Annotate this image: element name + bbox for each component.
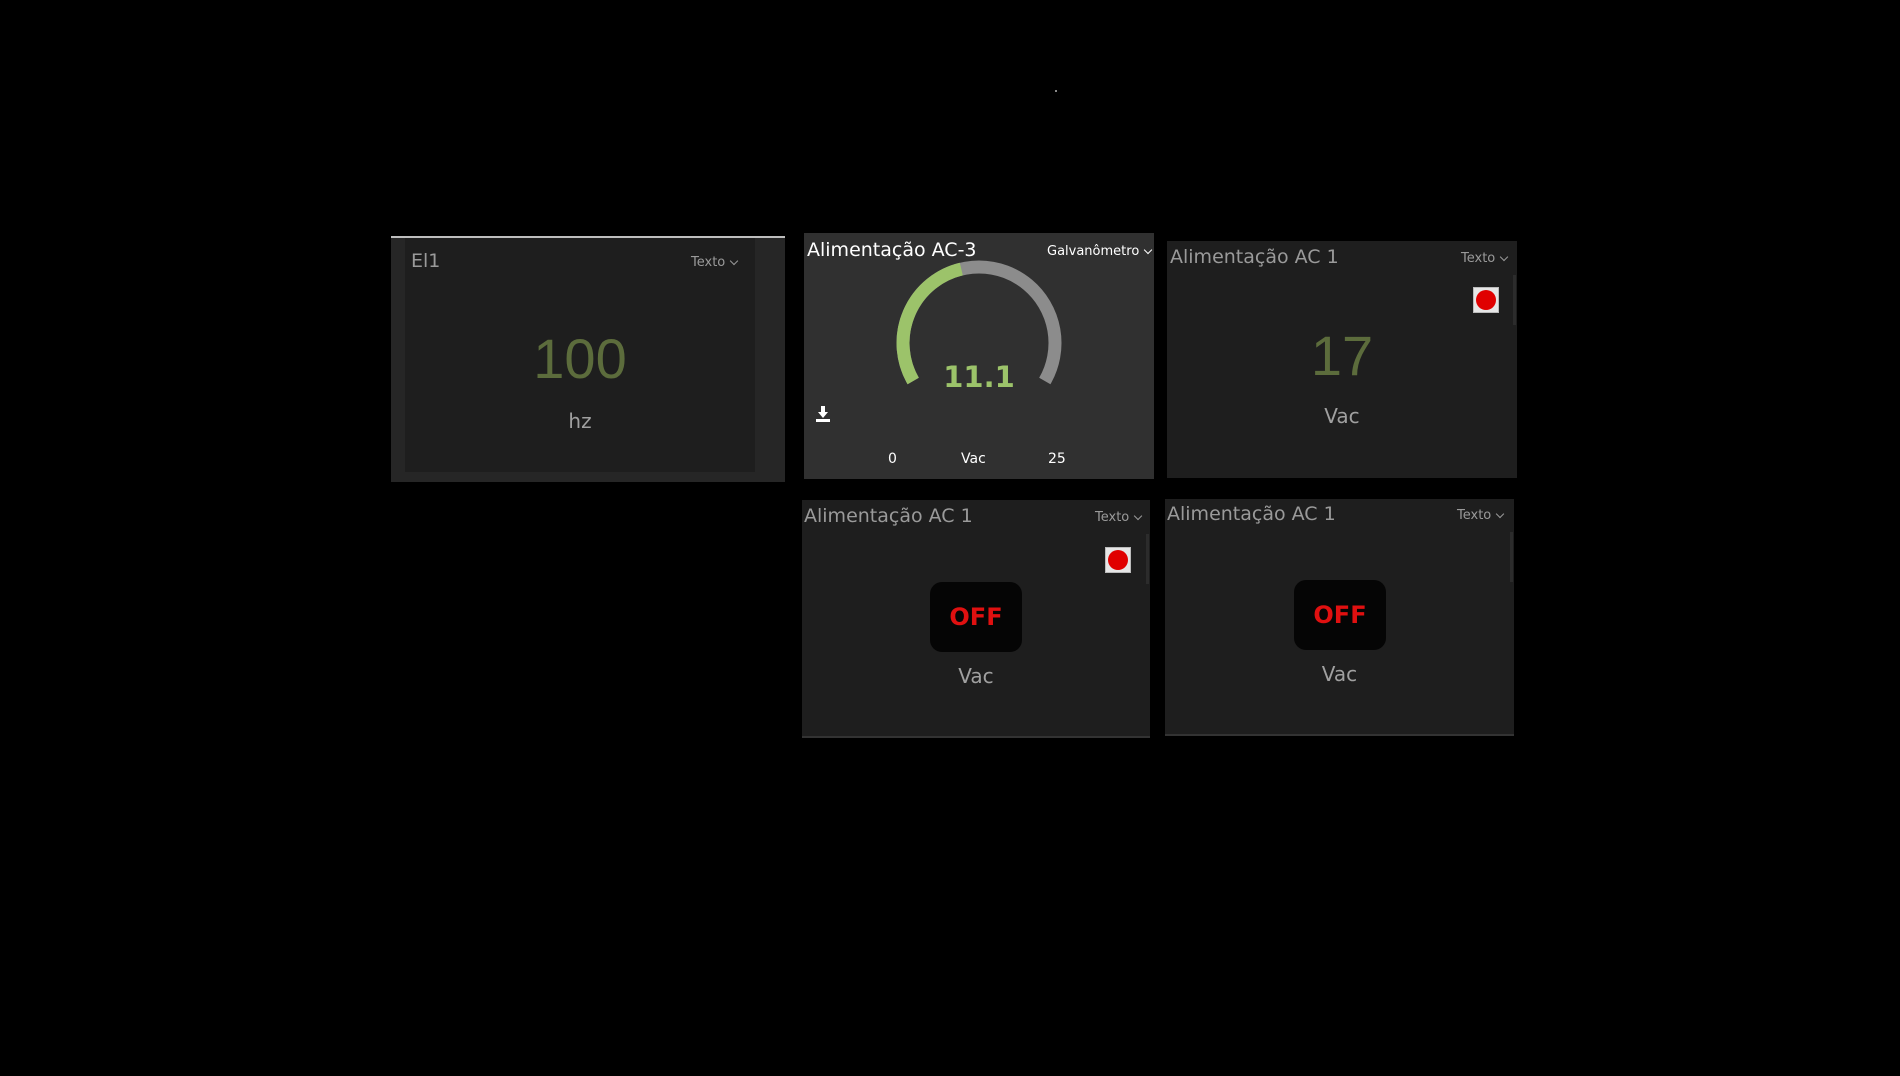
widget-ac1-text[interactable]: Alimentação AC 1 Texto 17 Vac bbox=[1167, 241, 1517, 478]
view-dropdown[interactable]: Texto bbox=[1461, 251, 1509, 266]
chevron-down-icon bbox=[730, 256, 739, 265]
unit-label: Vac bbox=[958, 664, 994, 688]
widget-gauge[interactable]: Alimentação AC-3 Galvanômetro 11.1 0 Vac… bbox=[804, 233, 1154, 479]
download-icon[interactable] bbox=[815, 405, 831, 423]
unit-label: Vac bbox=[1321, 662, 1358, 686]
unit-label: hz bbox=[568, 409, 592, 433]
widget-ac1-off[interactable]: Alimentação AC 1 Texto OFF Vac bbox=[802, 500, 1150, 738]
gauge-min: 0 bbox=[888, 451, 897, 467]
view-dropdown-label: Texto bbox=[1457, 508, 1492, 523]
widget-title: El1 bbox=[411, 250, 441, 272]
off-toggle-button[interactable]: OFF bbox=[930, 582, 1022, 652]
view-dropdown[interactable]: Texto bbox=[1095, 510, 1143, 525]
off-toggle-button[interactable]: OFF bbox=[1294, 580, 1386, 650]
view-dropdown-label: Texto bbox=[691, 255, 726, 270]
alarm-indicator[interactable] bbox=[1105, 547, 1131, 573]
alarm-indicator[interactable] bbox=[1473, 287, 1499, 313]
value-display: 17 bbox=[1310, 324, 1374, 387]
chevron-down-icon bbox=[1500, 252, 1509, 261]
unit-label: Vac bbox=[1324, 404, 1360, 428]
view-dropdown-label: Texto bbox=[1461, 251, 1496, 266]
panel-edge bbox=[1513, 275, 1516, 325]
gauge bbox=[896, 260, 1062, 385]
widget-ac1-off[interactable]: Alimentação AC 1 Texto OFF Vac bbox=[1165, 499, 1514, 736]
view-dropdown[interactable]: Texto bbox=[1457, 508, 1505, 523]
widget-title: Alimentação AC 1 bbox=[1167, 503, 1336, 525]
widget-title: Alimentação AC 1 bbox=[804, 505, 973, 527]
value-display: 100 bbox=[533, 327, 627, 390]
view-dropdown-label: Texto bbox=[1095, 510, 1130, 525]
panel-edge bbox=[1510, 532, 1513, 582]
panel-edge bbox=[1146, 534, 1149, 584]
chevron-down-icon bbox=[1134, 511, 1143, 520]
gauge-unit: Vac bbox=[961, 451, 986, 467]
widget-el1-body: El1 Texto 100 hz bbox=[405, 238, 755, 472]
view-dropdown[interactable]: Texto bbox=[691, 255, 739, 270]
widget-title: Alimentação AC 1 bbox=[1170, 246, 1339, 268]
gauge-value: 11.1 bbox=[943, 360, 1015, 394]
widget-el1[interactable]: El1 Texto 100 hz bbox=[391, 236, 785, 482]
stray-dot bbox=[1055, 90, 1057, 92]
chevron-down-icon bbox=[1496, 509, 1505, 518]
gauge-max: 25 bbox=[1048, 451, 1066, 467]
